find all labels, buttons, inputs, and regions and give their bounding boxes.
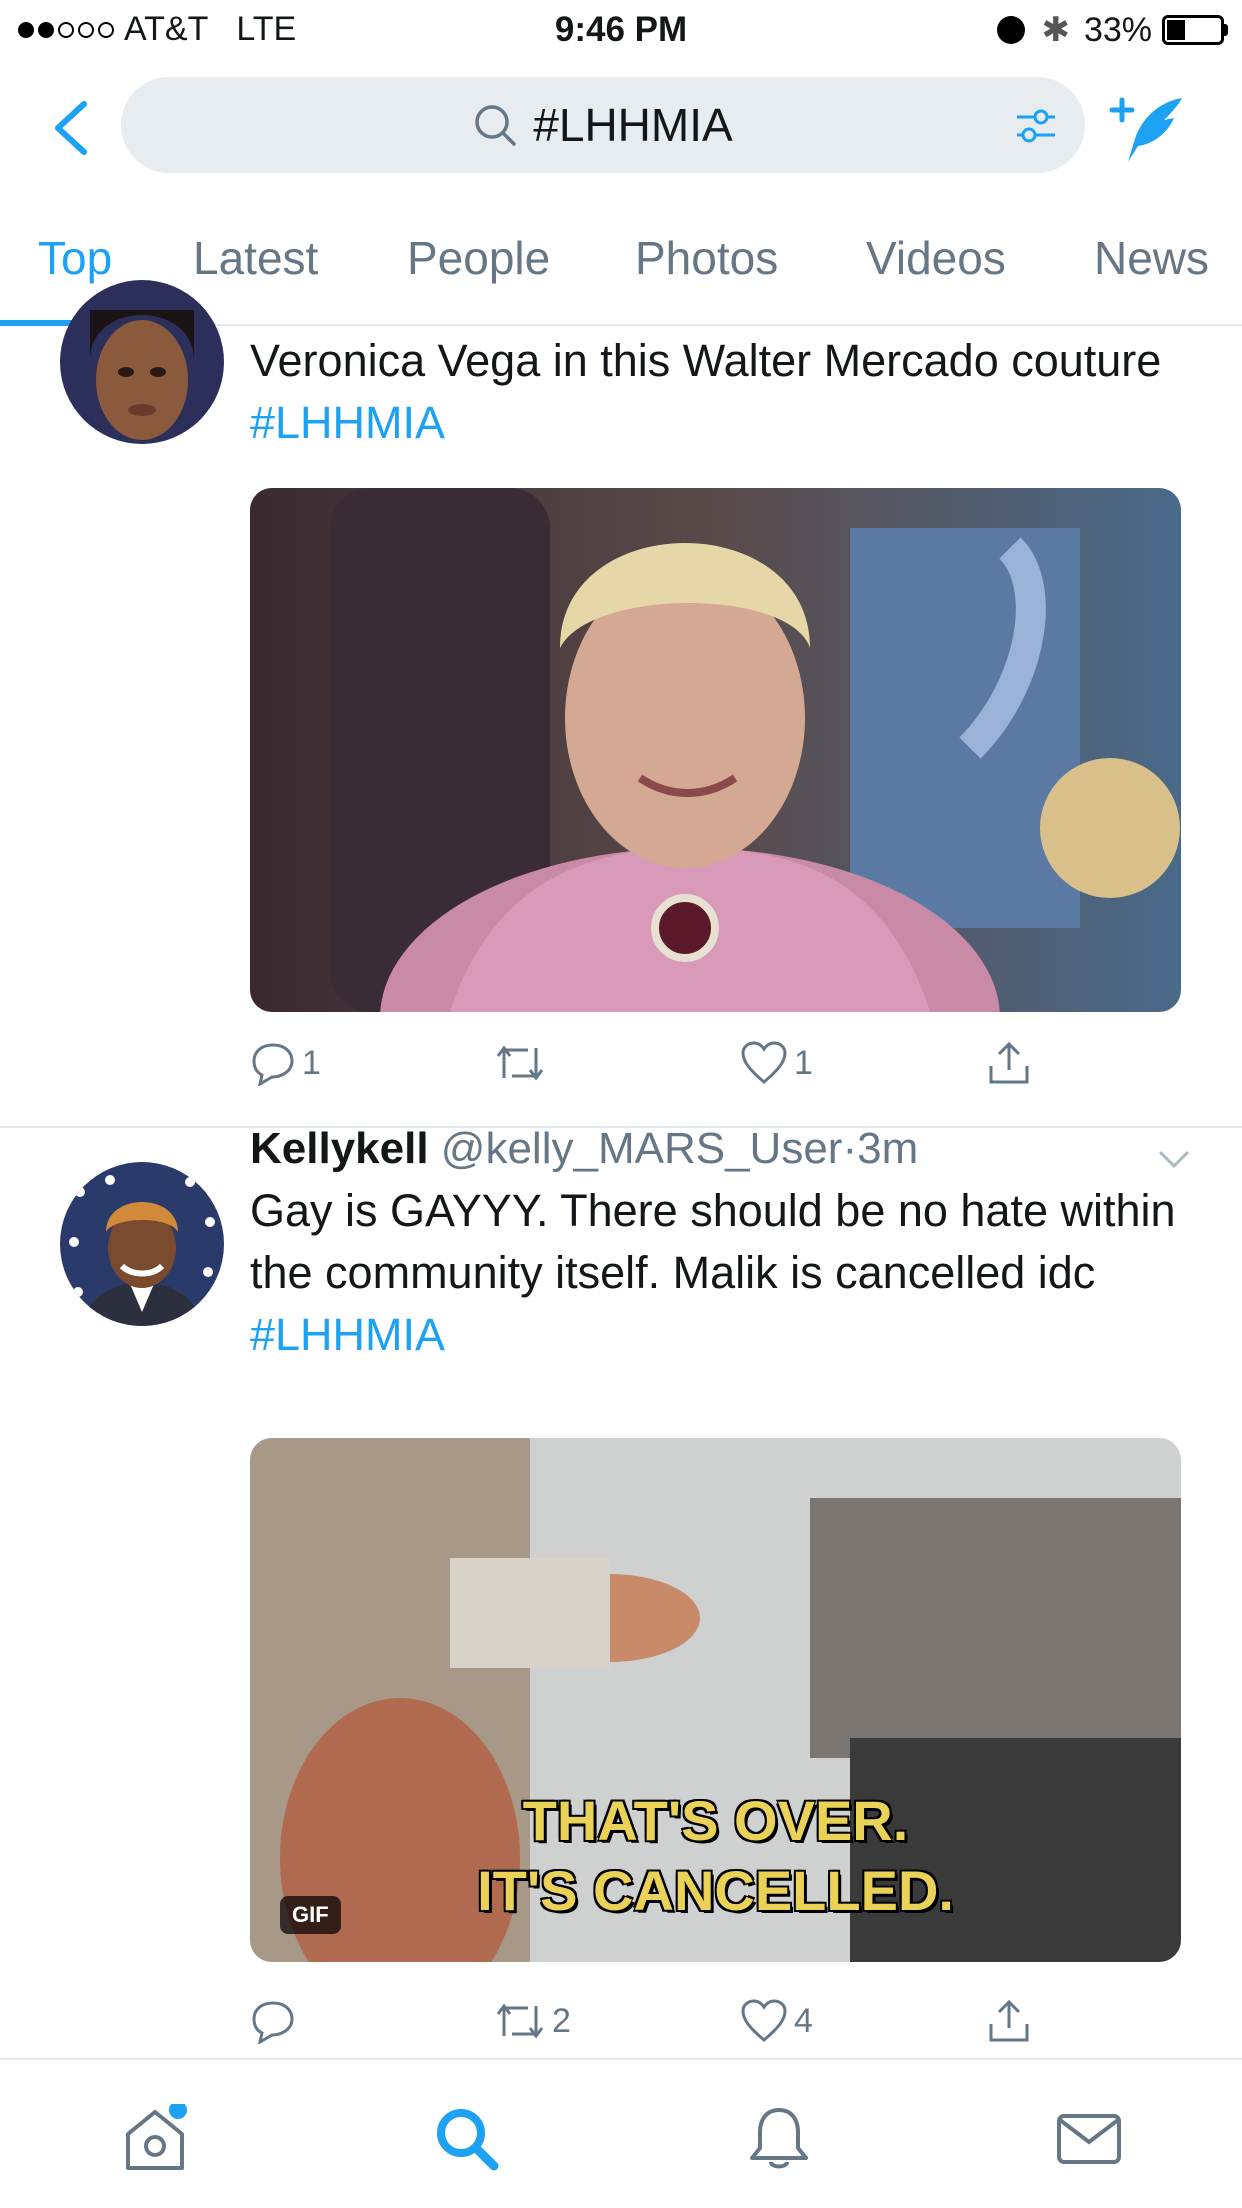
tab-news[interactable]: News: [1094, 230, 1209, 320]
retweet-icon: [496, 2003, 544, 2039]
user-handle[interactable]: @kelly_MARS_User: [441, 1124, 843, 1173]
retweet-button[interactable]: [494, 1040, 552, 1086]
tab-photos[interactable]: Photos: [635, 230, 778, 320]
notification-dot: [169, 2101, 187, 2119]
heart-icon: [741, 1041, 787, 1084]
nav-notifications[interactable]: [744, 2104, 814, 2174]
avatar[interactable]: [60, 1162, 224, 1326]
status-right: ✱ 33%: [997, 10, 1228, 50]
reply-count: 1: [302, 1043, 321, 1082]
nav-home[interactable]: [120, 2101, 190, 2174]
tweet-actions: 2 4: [250, 1998, 1070, 2058]
avatar[interactable]: [60, 280, 224, 444]
like-count: 1: [794, 1043, 813, 1082]
reply-button[interactable]: 1: [250, 1040, 321, 1086]
tweet-gif[interactable]: THAT'S OVER. IT'S CANCELLED. GIF: [250, 1438, 1181, 1962]
compose-feather-icon: [1109, 97, 1182, 162]
reply-icon: [252, 1043, 294, 1086]
bell-icon: [750, 2108, 808, 2169]
battery-fill: [1167, 20, 1186, 40]
back-button[interactable]: [48, 96, 96, 160]
tweet[interactable]: Kellykell @kelly_MARS_User·3m Gay is GAY…: [0, 1124, 1242, 2058]
tab-people[interactable]: People: [407, 230, 550, 320]
hashtag-link[interactable]: #LHHMIA: [250, 397, 445, 448]
gif-caption: THAT'S OVER. IT'S CANCELLED.: [477, 1789, 954, 1922]
battery-percent: 33%: [1083, 10, 1152, 49]
search-icon: [475, 105, 517, 146]
filter-icon[interactable]: [1013, 103, 1059, 149]
hashtag-link[interactable]: #LHHMIA: [250, 1309, 445, 1360]
tweet-text: Veronica Vega in this Walter Mercado cou…: [250, 335, 1162, 448]
retweet-count: 2: [552, 2001, 571, 2040]
battery-tip: [1224, 24, 1228, 36]
retweet-button[interactable]: 2: [494, 1998, 571, 2044]
reply-icon: [252, 2001, 294, 2044]
like-count: 4: [794, 2001, 813, 2040]
bottom-tab-bar: [0, 2058, 1242, 2208]
share-button[interactable]: [986, 1040, 1032, 1086]
chevron-left-icon: [55, 101, 87, 155]
chevron-down-icon[interactable]: [1156, 1144, 1192, 1174]
display-name[interactable]: Kellykell: [250, 1124, 429, 1173]
share-button[interactable]: [986, 1998, 1032, 2044]
retweet-icon: [496, 1045, 544, 1081]
share-icon: [989, 1999, 1029, 2042]
like-button[interactable]: 1: [740, 1040, 813, 1086]
status-bar: AT&T LTE 9:46 PM ✱ 33%: [0, 0, 1242, 60]
tweet-timestamp: 3m: [857, 1124, 919, 1173]
home-icon: [126, 2101, 187, 2170]
meta-separator: ·: [842, 1124, 858, 1173]
tweet[interactable]: Veronica Vega in this Walter Mercado cou…: [0, 280, 1242, 1128]
like-button[interactable]: 4: [740, 1998, 813, 2044]
tweet-header: Kellykell @kelly_MARS_User·3m: [250, 1118, 1180, 1180]
tweet-actions: 1 1: [250, 1040, 1070, 1100]
compose-tweet-button[interactable]: [1108, 92, 1188, 168]
heart-icon: [741, 1999, 787, 2042]
nav-messages[interactable]: [1054, 2104, 1124, 2174]
mail-icon: [1057, 2114, 1121, 2164]
tweet-text: Gay is GAYYY. There should be no hate wi…: [250, 1185, 1176, 1360]
alarm-icon: [997, 16, 1026, 44]
search-query: #LHHMIA: [533, 99, 733, 151]
tab-videos[interactable]: Videos: [866, 230, 1006, 320]
tweet-image[interactable]: [250, 488, 1181, 1012]
tab-latest[interactable]: Latest: [193, 230, 318, 320]
nav-search[interactable]: [432, 2104, 502, 2174]
reply-button[interactable]: [250, 1998, 302, 2044]
battery-icon: [1162, 15, 1224, 45]
gif-badge: GIF: [280, 1896, 341, 1934]
search-icon: [437, 2109, 499, 2171]
search-field[interactable]: #LHHMIA: [121, 77, 1085, 173]
bluetooth-icon: ✱: [1041, 11, 1070, 49]
share-icon: [989, 1041, 1029, 1084]
